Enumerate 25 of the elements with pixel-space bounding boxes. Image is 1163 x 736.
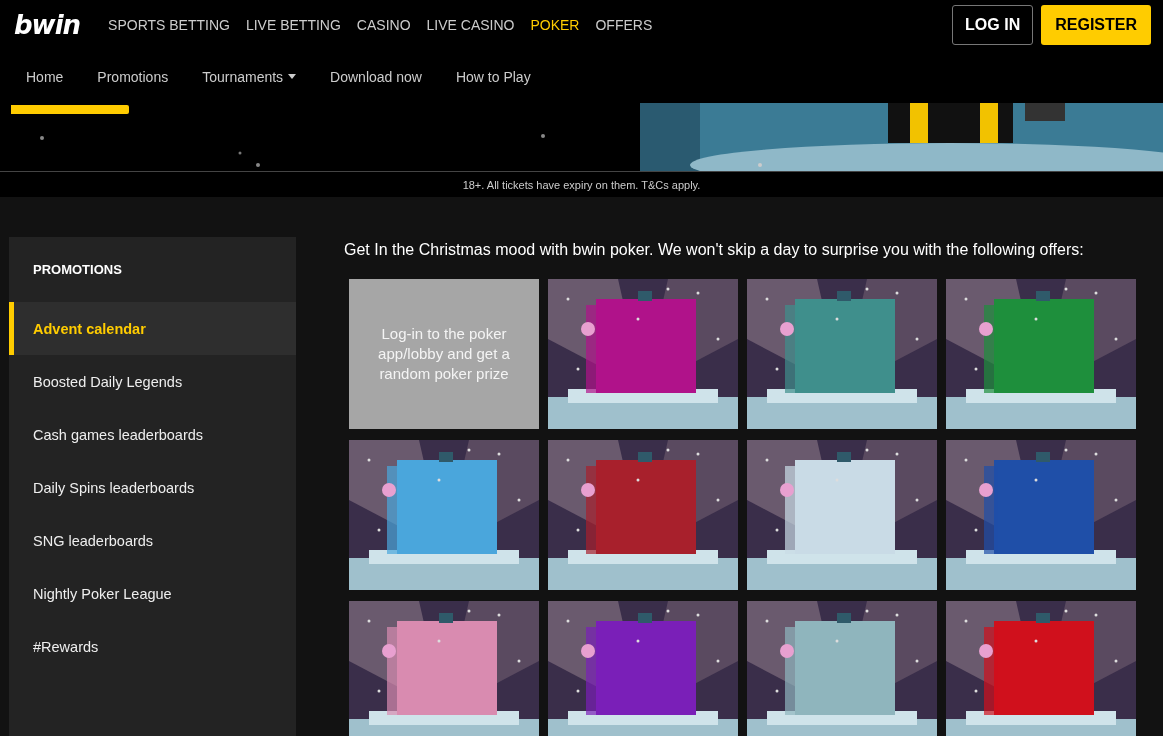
- logo[interactable]: bwin: [14, 10, 81, 40]
- register-button[interactable]: REGISTER: [1041, 5, 1151, 45]
- sidebar-title: PROMOTIONS: [32, 261, 123, 279]
- sidebar-item[interactable]: Nightly Poker League: [9, 567, 296, 620]
- notice-text: 18+. All tickets have expiry on them. T&Cs apply.: [0, 172, 1163, 197]
- subnav-tab[interactable]: Tournaments: [202, 68, 297, 85]
- sidebar-item[interactable]: Cash games leaderboards: [9, 408, 296, 461]
- nav-link[interactable]: SPORTS BETTING: [108, 17, 230, 33]
- nav-link[interactable]: LIVE CASINO: [426, 17, 515, 33]
- subnav-tab[interactable]: How to Play: [455, 68, 531, 85]
- sidebar-item[interactable]: Boosted Daily Legends: [9, 355, 296, 408]
- login-button[interactable]: LOG IN: [952, 5, 1034, 45]
- intro-text: Get In the Christmas mood with bwin poker. We won't skip a day to surprise you with the following offers:: [344, 241, 1085, 259]
- nav-link[interactable]: LIVE BETTING: [245, 17, 341, 33]
- tile-text: Log-in to the poker app/lobby and get a random poker prize: [377, 323, 511, 385]
- nav-link[interactable]: OFFERS: [595, 17, 653, 33]
- sidebar-item[interactable]: SNG leaderboards: [9, 514, 296, 567]
- sidebar-item[interactable]: Daily Spins leaderboards: [9, 461, 296, 514]
- nav-link[interactable]: CASINO: [356, 17, 411, 33]
- nav-link[interactable]: POKER: [530, 17, 580, 33]
- sidebar-item[interactable]: Advent calendar: [9, 302, 296, 355]
- subnav-tab[interactable]: Download now: [330, 68, 422, 85]
- subnav-tab[interactable]: Promotions: [97, 68, 169, 85]
- sidebar-item[interactable]: #Rewards: [9, 620, 296, 673]
- subnav-tab[interactable]: Home: [26, 68, 64, 85]
